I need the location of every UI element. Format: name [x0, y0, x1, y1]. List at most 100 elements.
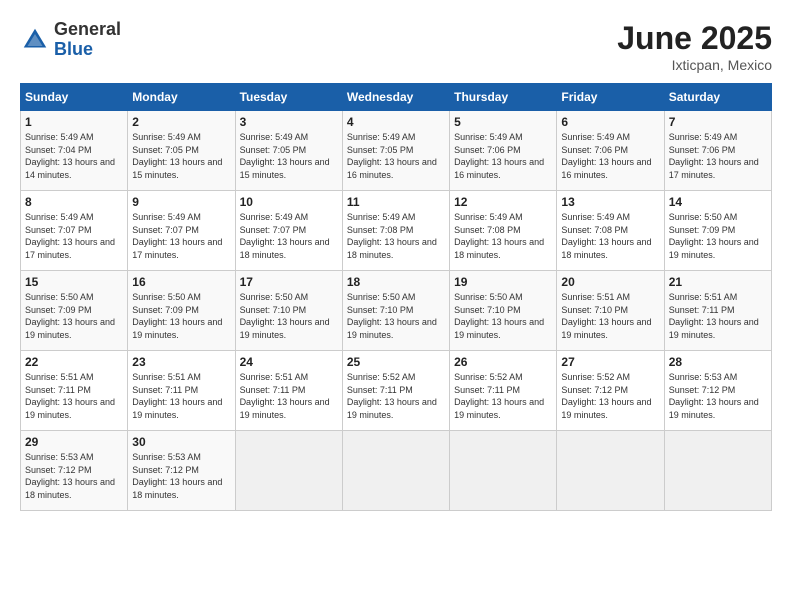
calendar-cell: 5 Sunrise: 5:49 AM Sunset: 7:06 PM Daylig…	[450, 111, 557, 191]
calendar-cell: 19 Sunrise: 5:50 AM Sunset: 7:10 PM Dayli…	[450, 271, 557, 351]
day-info: Sunrise: 5:51 AM Sunset: 7:11 PM Dayligh…	[25, 371, 123, 421]
calendar-subtitle: Ixticpan, Mexico	[617, 57, 772, 73]
header-friday: Friday	[557, 84, 664, 111]
day-number: 17	[240, 275, 338, 289]
calendar-cell: 18 Sunrise: 5:50 AM Sunset: 7:10 PM Dayli…	[342, 271, 449, 351]
day-number: 5	[454, 115, 552, 129]
logo-text: General Blue	[54, 20, 121, 60]
header-thursday: Thursday	[450, 84, 557, 111]
day-info: Sunrise: 5:49 AM Sunset: 7:07 PM Dayligh…	[132, 211, 230, 261]
day-info: Sunrise: 5:49 AM Sunset: 7:06 PM Dayligh…	[561, 131, 659, 181]
calendar-cell: 8Sunrise: 5:49 AM Sunset: 7:07 PM Daylig…	[21, 191, 128, 271]
calendar-cell: 3 Sunrise: 5:49 AM Sunset: 7:05 PM Daylig…	[235, 111, 342, 191]
day-info: Sunrise: 5:53 AM Sunset: 7:12 PM Dayligh…	[132, 451, 230, 501]
day-info: Sunrise: 5:50 AM Sunset: 7:10 PM Dayligh…	[454, 291, 552, 341]
day-info: Sunrise: 5:49 AM Sunset: 7:06 PM Dayligh…	[669, 131, 767, 181]
calendar-cell: 21Sunrise: 5:51 AM Sunset: 7:11 PM Dayli…	[664, 271, 771, 351]
day-info: Sunrise: 5:50 AM Sunset: 7:10 PM Dayligh…	[347, 291, 445, 341]
day-number: 27	[561, 355, 659, 369]
header-sunday: Sunday	[21, 84, 128, 111]
logo-general: General	[54, 20, 121, 40]
calendar-cell	[342, 431, 449, 511]
calendar-week-3: 15 Sunrise: 5:50 AM Sunset: 7:09 PM Dayli…	[21, 271, 772, 351]
day-number: 21	[669, 275, 767, 289]
calendar-cell: 13 Sunrise: 5:49 AM Sunset: 7:08 PM Dayli…	[557, 191, 664, 271]
day-info: Sunrise: 5:50 AM Sunset: 7:09 PM Dayligh…	[132, 291, 230, 341]
calendar-week-4: 22 Sunrise: 5:51 AM Sunset: 7:11 PM Dayli…	[21, 351, 772, 431]
day-info: Sunrise: 5:51 AM Sunset: 7:10 PM Dayligh…	[561, 291, 659, 341]
calendar-cell: 12Sunrise: 5:49 AM Sunset: 7:08 PM Dayli…	[450, 191, 557, 271]
calendar-cell: 9 Sunrise: 5:49 AM Sunset: 7:07 PM Daylig…	[128, 191, 235, 271]
day-number: 13	[561, 195, 659, 209]
day-number: 6	[561, 115, 659, 129]
day-number: 22	[25, 355, 123, 369]
logo-icon	[20, 25, 50, 55]
calendar-cell: 20 Sunrise: 5:51 AM Sunset: 7:10 PM Dayli…	[557, 271, 664, 351]
day-number: 23	[132, 355, 230, 369]
calendar-cell: 27 Sunrise: 5:52 AM Sunset: 7:12 PM Dayli…	[557, 351, 664, 431]
day-number: 30	[132, 435, 230, 449]
day-info: Sunrise: 5:52 AM Sunset: 7:11 PM Dayligh…	[347, 371, 445, 421]
calendar-cell: 7 Sunrise: 5:49 AM Sunset: 7:06 PM Daylig…	[664, 111, 771, 191]
calendar-cell	[664, 431, 771, 511]
day-number: 20	[561, 275, 659, 289]
header-saturday: Saturday	[664, 84, 771, 111]
day-number: 14	[669, 195, 767, 209]
calendar-cell: 4Sunrise: 5:49 AM Sunset: 7:05 PM Daylig…	[342, 111, 449, 191]
day-info: Sunrise: 5:49 AM Sunset: 7:07 PM Dayligh…	[240, 211, 338, 261]
day-number: 26	[454, 355, 552, 369]
days-header-row: Sunday Monday Tuesday Wednesday Thursday…	[21, 84, 772, 111]
calendar-cell: 14 Sunrise: 5:50 AM Sunset: 7:09 PM Dayli…	[664, 191, 771, 271]
day-info: Sunrise: 5:50 AM Sunset: 7:09 PM Dayligh…	[669, 211, 767, 261]
day-number: 7	[669, 115, 767, 129]
calendar-cell	[557, 431, 664, 511]
day-number: 16	[132, 275, 230, 289]
calendar-cell: 28 Sunrise: 5:53 AM Sunset: 7:12 PM Dayli…	[664, 351, 771, 431]
day-info: Sunrise: 5:49 AM Sunset: 7:06 PM Dayligh…	[454, 131, 552, 181]
calendar-cell: 11Sunrise: 5:49 AM Sunset: 7:08 PM Dayli…	[342, 191, 449, 271]
calendar-cell: 6 Sunrise: 5:49 AM Sunset: 7:06 PM Daylig…	[557, 111, 664, 191]
title-block: June 2025 Ixticpan, Mexico	[617, 20, 772, 73]
day-info: Sunrise: 5:49 AM Sunset: 7:04 PM Dayligh…	[25, 131, 123, 181]
calendar-cell: 29Sunrise: 5:53 AM Sunset: 7:12 PM Dayli…	[21, 431, 128, 511]
day-number: 15	[25, 275, 123, 289]
calendar-cell: 15 Sunrise: 5:50 AM Sunset: 7:09 PM Dayli…	[21, 271, 128, 351]
day-number: 10	[240, 195, 338, 209]
calendar-cell	[450, 431, 557, 511]
day-number: 18	[347, 275, 445, 289]
header-monday: Monday	[128, 84, 235, 111]
day-info: Sunrise: 5:52 AM Sunset: 7:11 PM Dayligh…	[454, 371, 552, 421]
day-number: 24	[240, 355, 338, 369]
calendar-cell: 2Sunrise: 5:49 AM Sunset: 7:05 PM Daylig…	[128, 111, 235, 191]
day-info: Sunrise: 5:49 AM Sunset: 7:05 PM Dayligh…	[132, 131, 230, 181]
day-number: 28	[669, 355, 767, 369]
calendar-table: Sunday Monday Tuesday Wednesday Thursday…	[20, 83, 772, 511]
day-info: Sunrise: 5:53 AM Sunset: 7:12 PM Dayligh…	[669, 371, 767, 421]
header-wednesday: Wednesday	[342, 84, 449, 111]
day-number: 19	[454, 275, 552, 289]
calendar-cell: 26 Sunrise: 5:52 AM Sunset: 7:11 PM Dayli…	[450, 351, 557, 431]
day-info: Sunrise: 5:53 AM Sunset: 7:12 PM Dayligh…	[25, 451, 123, 501]
day-number: 25	[347, 355, 445, 369]
day-info: Sunrise: 5:49 AM Sunset: 7:07 PM Dayligh…	[25, 211, 123, 261]
day-info: Sunrise: 5:50 AM Sunset: 7:10 PM Dayligh…	[240, 291, 338, 341]
calendar-cell: 23 Sunrise: 5:51 AM Sunset: 7:11 PM Dayli…	[128, 351, 235, 431]
logo: General Blue	[20, 20, 121, 60]
day-number: 11	[347, 195, 445, 209]
day-number: 9	[132, 195, 230, 209]
calendar-week-2: 8Sunrise: 5:49 AM Sunset: 7:07 PM Daylig…	[21, 191, 772, 271]
day-info: Sunrise: 5:49 AM Sunset: 7:08 PM Dayligh…	[561, 211, 659, 261]
calendar-title: June 2025	[617, 20, 772, 57]
page-header: General Blue June 2025 Ixticpan, Mexico	[20, 20, 772, 73]
day-info: Sunrise: 5:51 AM Sunset: 7:11 PM Dayligh…	[240, 371, 338, 421]
day-info: Sunrise: 5:49 AM Sunset: 7:05 PM Dayligh…	[240, 131, 338, 181]
day-info: Sunrise: 5:52 AM Sunset: 7:12 PM Dayligh…	[561, 371, 659, 421]
day-info: Sunrise: 5:49 AM Sunset: 7:05 PM Dayligh…	[347, 131, 445, 181]
calendar-cell: 1Sunrise: 5:49 AM Sunset: 7:04 PM Daylig…	[21, 111, 128, 191]
calendar-cell: 24 Sunrise: 5:51 AM Sunset: 7:11 PM Dayli…	[235, 351, 342, 431]
day-number: 3	[240, 115, 338, 129]
logo-blue: Blue	[54, 40, 121, 60]
day-info: Sunrise: 5:50 AM Sunset: 7:09 PM Dayligh…	[25, 291, 123, 341]
day-info: Sunrise: 5:51 AM Sunset: 7:11 PM Dayligh…	[132, 371, 230, 421]
calendar-cell	[235, 431, 342, 511]
